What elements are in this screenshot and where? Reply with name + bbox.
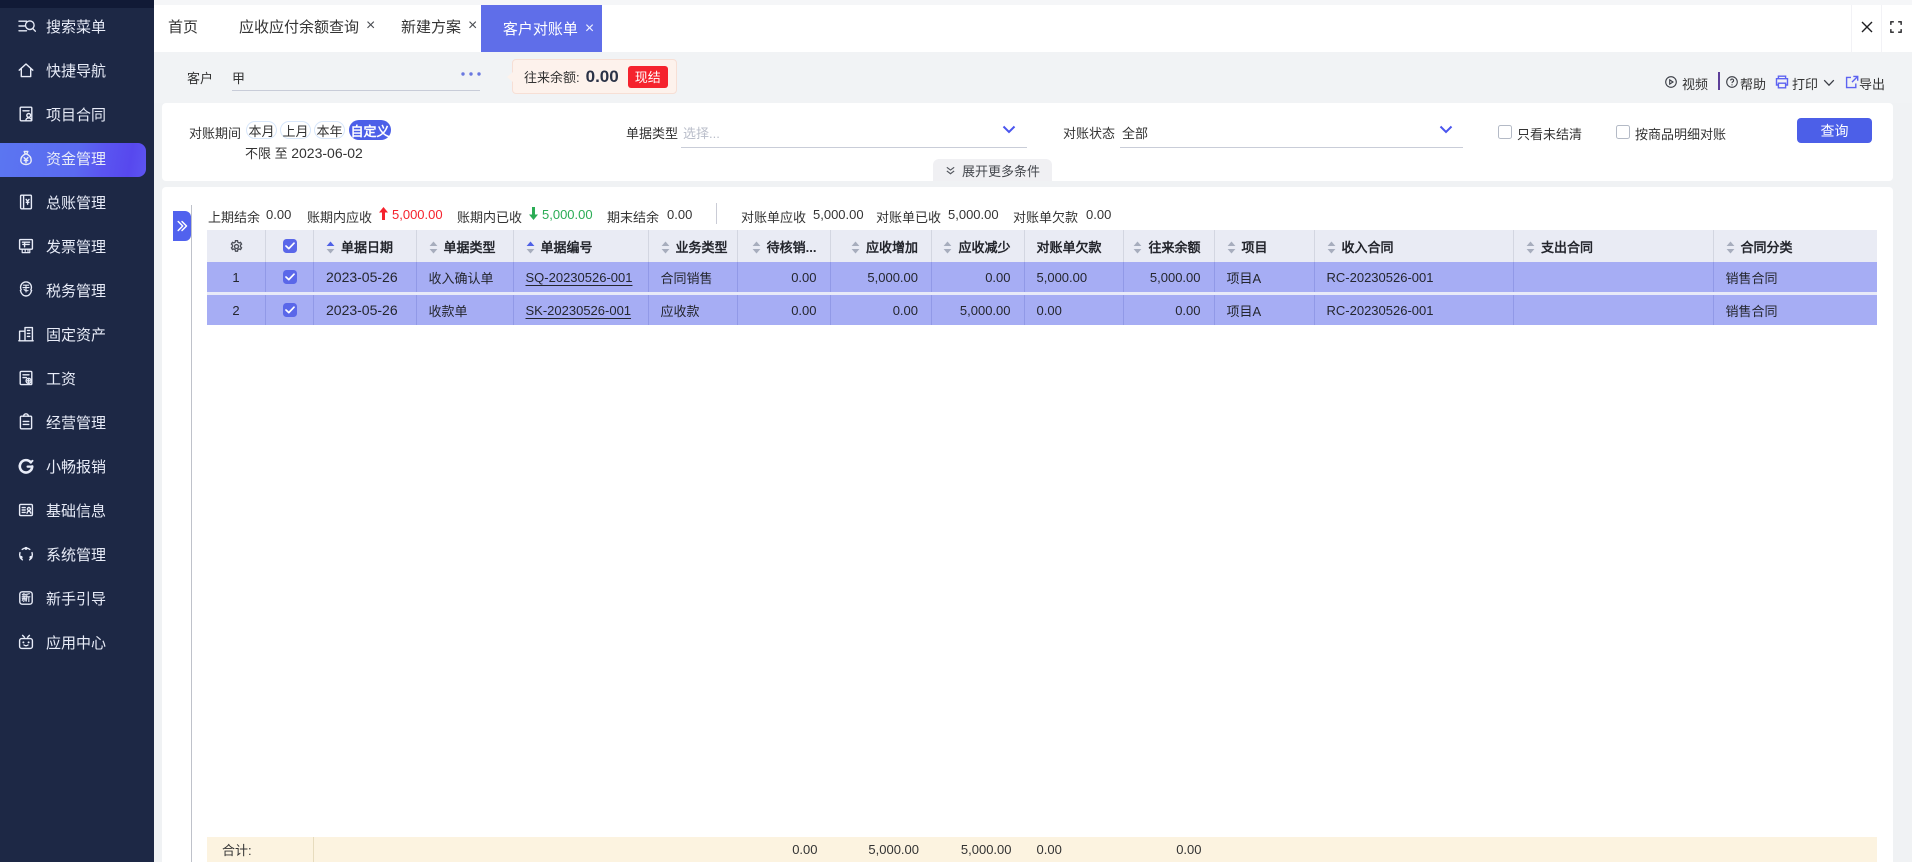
svg-text:新: 新 <box>21 592 30 603</box>
